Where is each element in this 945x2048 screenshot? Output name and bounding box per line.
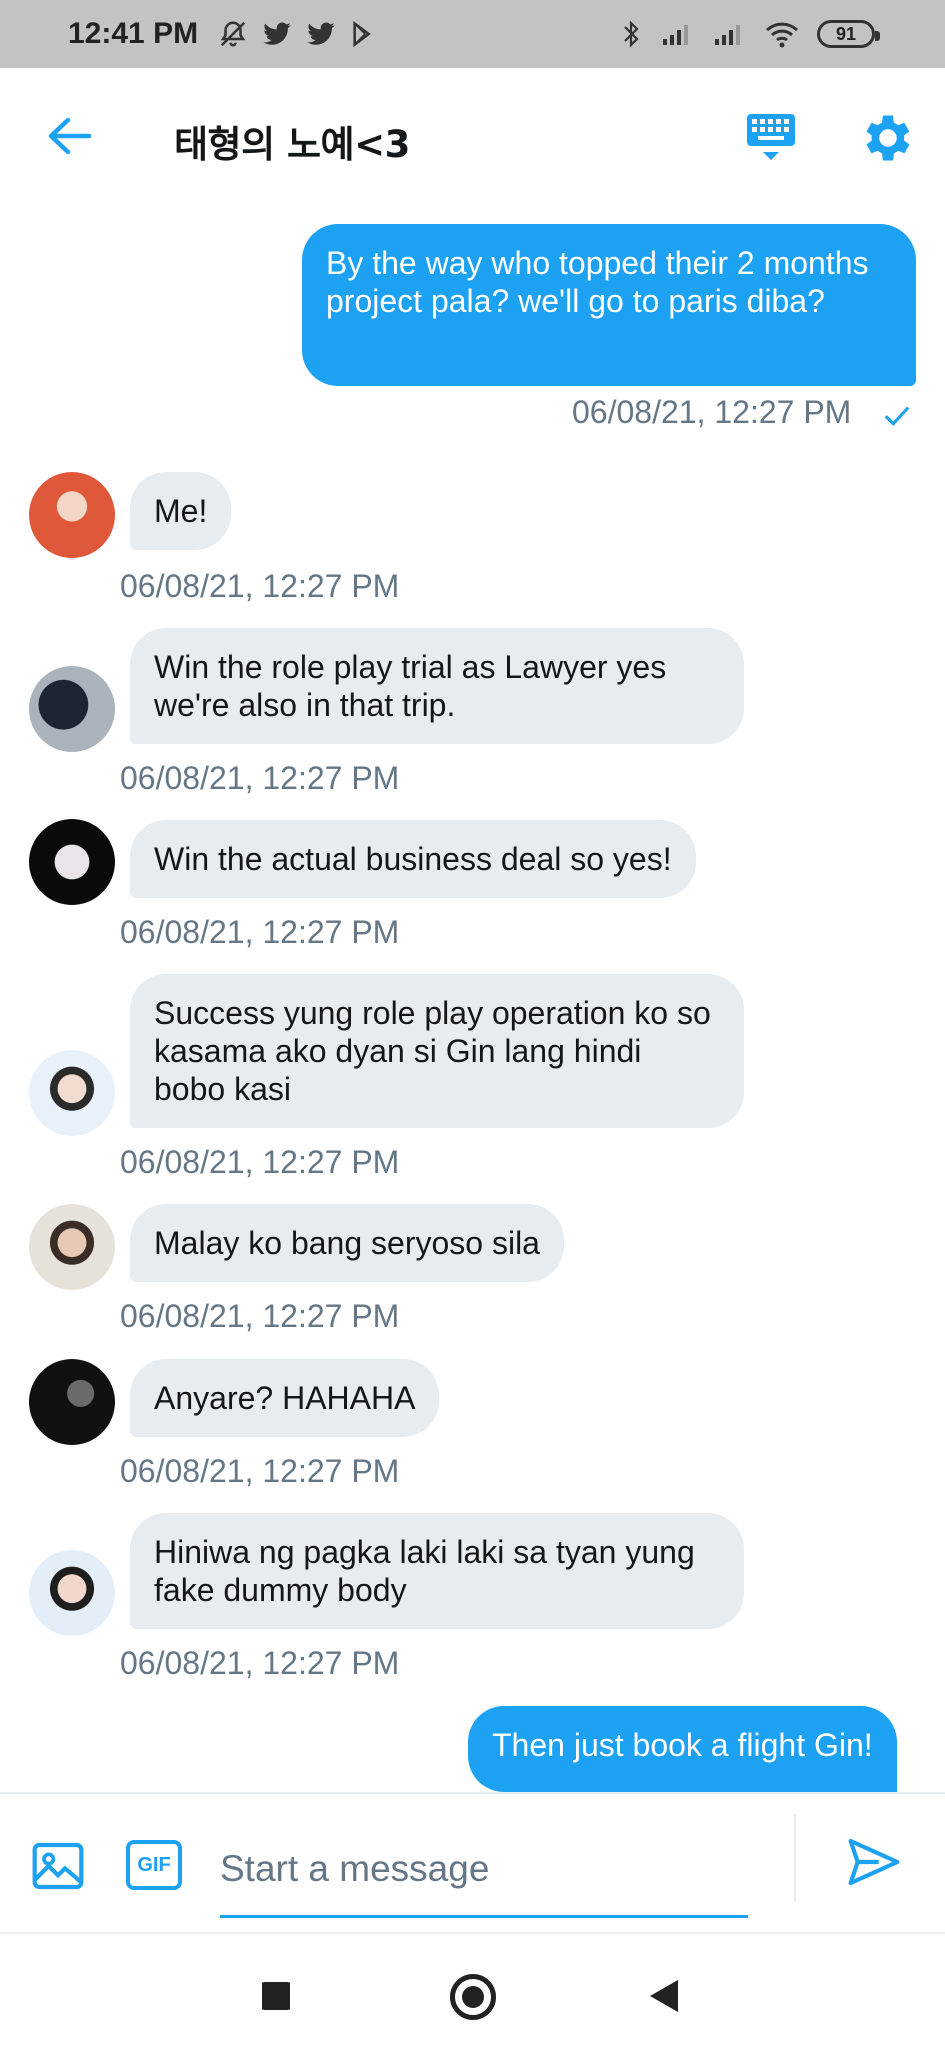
message-composer: GIF [0,1792,945,1932]
message-text: Anyare? HAHAHA [154,1380,416,1416]
twitter-icon [307,22,335,45]
settings-button[interactable] [858,108,918,168]
message-bubble-incoming[interactable]: Win the actual business deal so yes! [130,820,696,898]
message-timestamp: 06/08/21, 12:27 PM [572,394,852,430]
status-time: 12:41 PM [68,17,199,50]
message-bubble-outgoing[interactable]: By the way who topped their 2 months pro… [302,224,916,386]
mute-notification-icon [220,21,246,47]
read-check-icon [884,406,910,427]
message-text: Win the role play trial as Lawyer yes we… [154,649,667,723]
avatar[interactable] [29,472,115,558]
message-list[interactable]: By the way who topped their 2 months pro… [0,204,945,1792]
status-icons-left [218,19,378,49]
avatar[interactable] [29,1359,115,1445]
keyboard-icon [747,114,795,160]
message-text: By the way who topped their 2 months pro… [326,245,869,319]
message-bubble-incoming[interactable]: Success yung role play operation ko so k… [130,974,744,1128]
message-bubble-incoming[interactable]: Hiniwa ng pagka laki laki sa tyan yung f… [130,1513,744,1629]
conversation-title: 태형의 노예<3 [174,123,410,166]
twitter-icon [263,22,291,45]
back-icon[interactable] [650,1980,678,2012]
signal-icon [715,25,740,45]
message-timestamp: 06/08/21, 12:27 PM [120,568,400,604]
wifi-icon [765,22,799,48]
avatar[interactable] [29,1550,115,1636]
gif-button[interactable]: GIF [126,1840,182,1890]
home-icon[interactable] [450,1974,496,2020]
gif-label: GIF [137,1853,171,1876]
message-input[interactable] [220,1822,748,1918]
message-text: Me! [154,493,208,529]
message-timestamp: 06/08/21, 12:27 PM [120,1645,400,1681]
gear-icon [866,115,910,161]
back-button[interactable] [38,108,100,164]
add-image-button[interactable] [30,1838,86,1894]
message-timestamp: 06/08/21, 12:27 PM [120,760,400,796]
arrow-left-icon [48,117,92,155]
message-text: Malay ko bang seryoso sila [154,1225,540,1261]
send-button[interactable] [846,1834,910,1898]
image-icon [32,1842,84,1890]
status-bar: 12:41 PM 91 [0,0,945,68]
conversation-header: 태형의 노예<3 [0,68,945,204]
avatar[interactable] [29,1050,115,1136]
recent-apps-icon[interactable] [262,1982,290,2010]
battery-level: 91 [835,23,857,44]
signal-icon [663,25,688,45]
message-text: Success yung role play operation ko so k… [154,995,711,1107]
message-text: Hiniwa ng pagka laki laki sa tyan yung f… [154,1534,695,1608]
avatar[interactable] [29,819,115,905]
message-timestamp: 06/08/21, 12:27 PM [120,1144,400,1180]
message-text: Win the actual business deal so yes! [154,841,672,877]
message-bubble-incoming[interactable]: Anyare? HAHAHA [130,1359,440,1437]
message-timestamp: 06/08/21, 12:27 PM [120,914,400,950]
avatar[interactable] [29,666,115,752]
composer-divider [794,1814,796,1902]
bluetooth-icon [624,20,639,48]
send-icon [848,1838,900,1886]
message-bubble-outgoing[interactable]: Then just book a flight Gin! [468,1706,897,1792]
system-nav-bar [0,1932,945,2048]
message-text: Then just book a flight Gin! [492,1727,873,1763]
message-bubble-incoming[interactable]: Win the role play trial as Lawyer yes we… [130,628,744,744]
status-icons-right: 91 [619,19,880,49]
keyboard-button[interactable] [741,108,801,168]
message-bubble-incoming[interactable]: Me! [130,472,232,550]
message-timestamp: 06/08/21, 12:27 PM [120,1298,400,1334]
message-bubble-incoming[interactable]: Malay ko bang seryoso sila [130,1204,564,1282]
message-timestamp: 06/08/21, 12:27 PM [120,1453,400,1489]
avatar[interactable] [29,1204,115,1290]
play-store-icon [353,20,371,48]
battery-icon: 91 [817,20,880,48]
